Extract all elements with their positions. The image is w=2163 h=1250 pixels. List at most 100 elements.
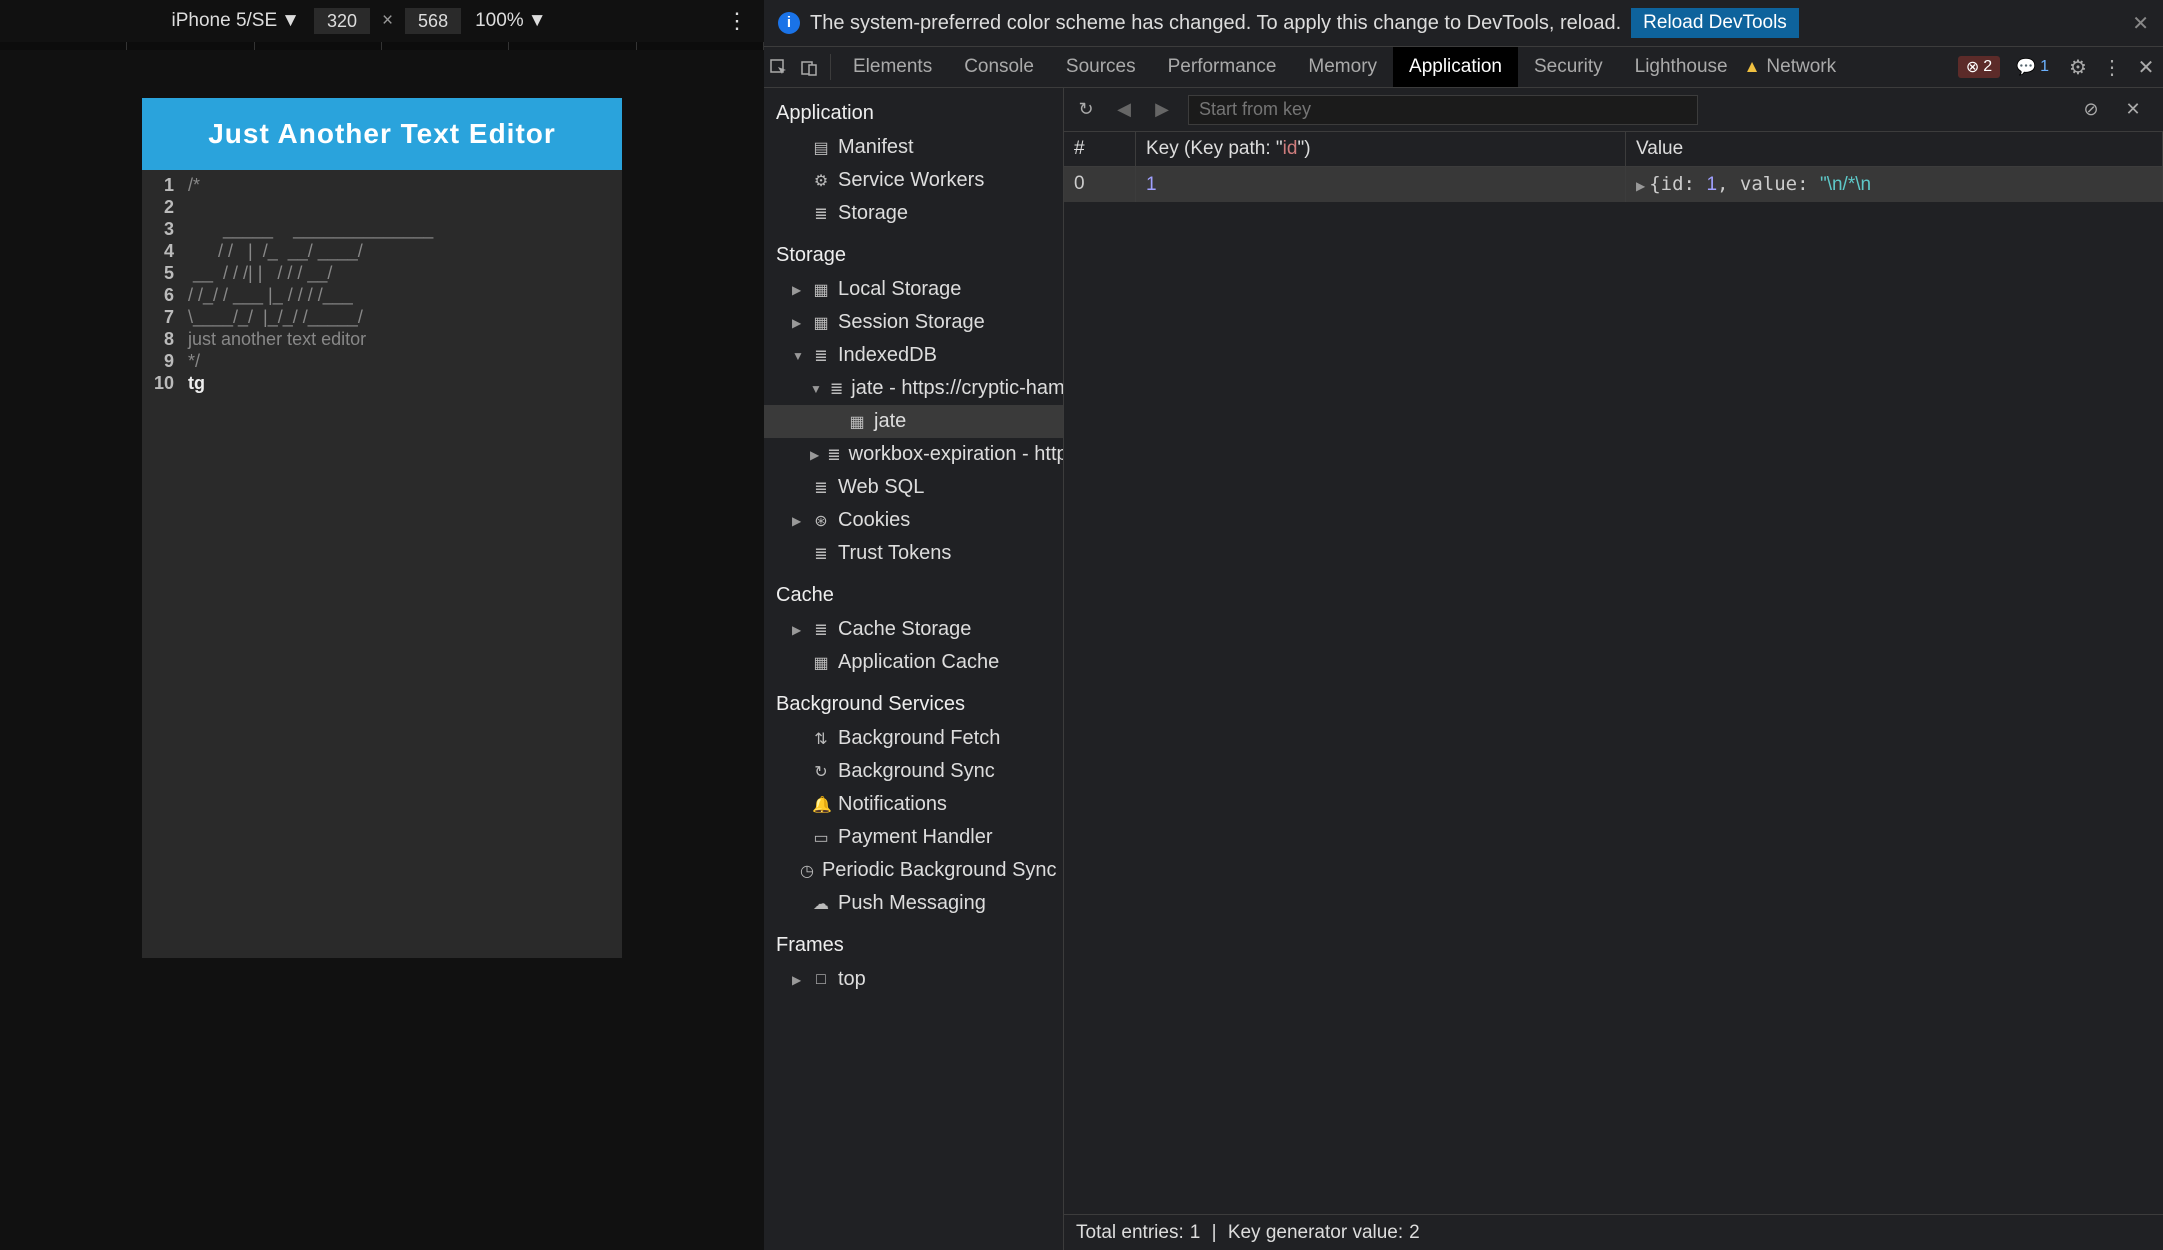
tab-performance[interactable]: Performance xyxy=(1152,47,1293,87)
tab-sources[interactable]: Sources xyxy=(1050,47,1152,87)
code-content[interactable]: /* _____ ______________ / / | /_ __/ ___… xyxy=(182,170,622,958)
sync-icon: ↻ xyxy=(812,762,830,782)
zoom-selector[interactable]: 100% ▼ xyxy=(469,10,552,32)
sidebar-group: Application xyxy=(764,88,1063,131)
refresh-icon[interactable]: ↻ xyxy=(1074,99,1098,120)
more-icon[interactable]: ⋮ xyxy=(718,8,756,34)
grid-icon: ▦ xyxy=(812,313,830,333)
sidebar-item-label: Notifications xyxy=(838,793,947,816)
sidebar-item[interactable]: ▼≣jate - https://cryptic-hamlet xyxy=(764,372,1063,405)
sidebar-item-label: Trust Tokens xyxy=(838,542,951,565)
tab-console[interactable]: Console xyxy=(948,47,1050,87)
clear-object-store-icon[interactable]: ⊘ xyxy=(2079,99,2103,120)
sidebar-item[interactable]: ▶≣Cache Storage xyxy=(764,613,1063,646)
indexeddb-view: ↻ ◀ ▶ ⊘ ✕ # Key (Key path: "id") Value 0… xyxy=(1064,88,2163,1250)
sidebar-item[interactable]: ▦Application Cache xyxy=(764,646,1063,679)
grid-icon: ▦ xyxy=(812,653,830,673)
sidebar-item[interactable]: ▼≣IndexedDB xyxy=(764,339,1063,372)
sidebar-item-label: Cache Storage xyxy=(838,618,971,641)
tab-elements[interactable]: Elements xyxy=(837,47,948,87)
devtools-tabs: ElementsConsoleSourcesPerformanceMemoryA… xyxy=(764,46,2163,88)
sidebar-item[interactable]: ◷Periodic Background Sync xyxy=(764,854,1063,887)
data-table: # Key (Key path: "id") Value 01▶{id: 1, … xyxy=(1064,132,2163,1214)
prev-page-icon[interactable]: ◀ xyxy=(1112,99,1136,120)
sidebar-item[interactable]: ☁Push Messaging xyxy=(764,887,1063,920)
sidebar-item[interactable]: ▶□top xyxy=(764,963,1063,996)
more-icon[interactable]: ⋮ xyxy=(2095,55,2129,80)
inspect-icon[interactable] xyxy=(764,57,794,78)
sidebar-item-label: workbox-expiration - https: xyxy=(849,443,1064,466)
sidebar-item-label: Web SQL xyxy=(838,476,924,499)
updown-icon: ⇅ xyxy=(812,729,830,749)
tab-application[interactable]: Application xyxy=(1393,47,1518,87)
sidebar-item[interactable]: ▤Manifest xyxy=(764,131,1063,164)
col-key[interactable]: Key (Key path: "id") xyxy=(1136,132,1626,166)
sidebar-item-label: IndexedDB xyxy=(838,344,937,367)
zoom-value: 100% xyxy=(475,10,524,32)
device-frame: Just Another Text Editor 12345678910 /* … xyxy=(142,98,622,958)
sidebar-item[interactable]: ≣Web SQL xyxy=(764,471,1063,504)
tab-memory[interactable]: Memory xyxy=(1292,47,1393,87)
grid-icon: ▦ xyxy=(812,280,830,300)
sidebar-item-label: Push Messaging xyxy=(838,892,986,915)
sidebar-item-label: Payment Handler xyxy=(838,826,993,849)
sidebar-item-label: Local Storage xyxy=(838,278,961,301)
expand-icon: ▼ xyxy=(810,382,822,396)
sidebar-item[interactable]: 🔔Notifications xyxy=(764,788,1063,821)
grid-icon: ▦ xyxy=(848,412,866,432)
table-row[interactable]: 01▶{id: 1, value: "\n/*\n xyxy=(1064,167,2163,202)
sidebar-item[interactable]: ≣Trust Tokens xyxy=(764,537,1063,570)
chevron-down-icon: ▼ xyxy=(281,10,300,32)
sidebar-item[interactable]: ▶≣workbox-expiration - https: xyxy=(764,438,1063,471)
expand-icon: ▼ xyxy=(792,349,804,363)
dimension-x: × xyxy=(382,10,393,32)
close-icon[interactable]: ✕ xyxy=(2129,55,2163,80)
sidebar-item[interactable]: ↻ Background Sync xyxy=(764,755,1063,788)
info-message: The system-preferred color scheme has ch… xyxy=(810,12,1621,35)
expand-icon: ▶ xyxy=(792,514,804,528)
sidebar-item[interactable]: ▶⊛Cookies xyxy=(764,504,1063,537)
sidebar-item[interactable]: ▶▦Local Storage xyxy=(764,273,1063,306)
sidebar-item[interactable]: ≣Storage xyxy=(764,197,1063,230)
code-editor[interactable]: 12345678910 /* _____ ______________ / / … xyxy=(142,170,622,958)
db-icon: ≣ xyxy=(827,445,840,465)
device-selector[interactable]: iPhone 5/SE ▼ xyxy=(166,10,306,32)
next-page-icon[interactable]: ▶ xyxy=(1150,99,1174,120)
gear-icon: ⚙ xyxy=(812,171,830,191)
tab-lighthouse[interactable]: Lighthouse xyxy=(1619,47,1744,87)
sidebar-item[interactable]: ▭Payment Handler xyxy=(764,821,1063,854)
close-icon[interactable]: ✕ xyxy=(2132,11,2149,36)
expand-icon: ▶ xyxy=(792,623,804,637)
table-header: # Key (Key path: "id") Value xyxy=(1064,132,2163,167)
sidebar-item[interactable]: ▶ ▦ Session Storage xyxy=(764,306,1063,339)
message-badge[interactable]: 💬 1 xyxy=(2008,56,2057,78)
device-height-input[interactable] xyxy=(405,8,461,34)
sidebar-item-label: Manifest xyxy=(838,136,914,159)
device-width-input[interactable] xyxy=(314,8,370,34)
col-index[interactable]: # xyxy=(1064,132,1136,166)
sidebar-item-label: Background Sync xyxy=(838,760,995,783)
sidebar-item-label: Session Storage xyxy=(838,311,985,334)
start-key-input[interactable] xyxy=(1188,95,1698,125)
warning-icon[interactable]: ▲ xyxy=(1744,57,1761,77)
clock-icon: ◷ xyxy=(800,861,814,881)
sidebar-item[interactable]: ⚙Service Workers xyxy=(764,164,1063,197)
preview-area: Just Another Text Editor 12345678910 /* … xyxy=(0,50,764,1250)
settings-icon[interactable]: ⚙ xyxy=(2061,55,2095,80)
device-mode-icon[interactable] xyxy=(794,57,824,78)
reload-devtools-button[interactable]: Reload DevTools xyxy=(1631,8,1799,38)
network-tab[interactable]: Network xyxy=(1766,56,1848,78)
error-badge[interactable]: ⊗ 2 xyxy=(1958,56,2000,78)
cookie-icon: ⊛ xyxy=(812,511,830,531)
col-value[interactable]: Value xyxy=(1626,132,2163,166)
sidebar-item[interactable]: ▦jate xyxy=(764,405,1063,438)
db-icon: ≣ xyxy=(812,204,830,224)
expand-icon: ▶ xyxy=(792,316,804,330)
chevron-down-icon: ▼ xyxy=(528,10,547,32)
tab-security[interactable]: Security xyxy=(1518,47,1619,87)
sidebar-item[interactable]: ⇅Background Fetch xyxy=(764,722,1063,755)
ruler xyxy=(0,42,764,50)
delete-selected-icon[interactable]: ✕ xyxy=(2121,99,2145,120)
expand-icon: ▶ xyxy=(792,973,804,987)
app-title: Just Another Text Editor xyxy=(142,98,622,170)
